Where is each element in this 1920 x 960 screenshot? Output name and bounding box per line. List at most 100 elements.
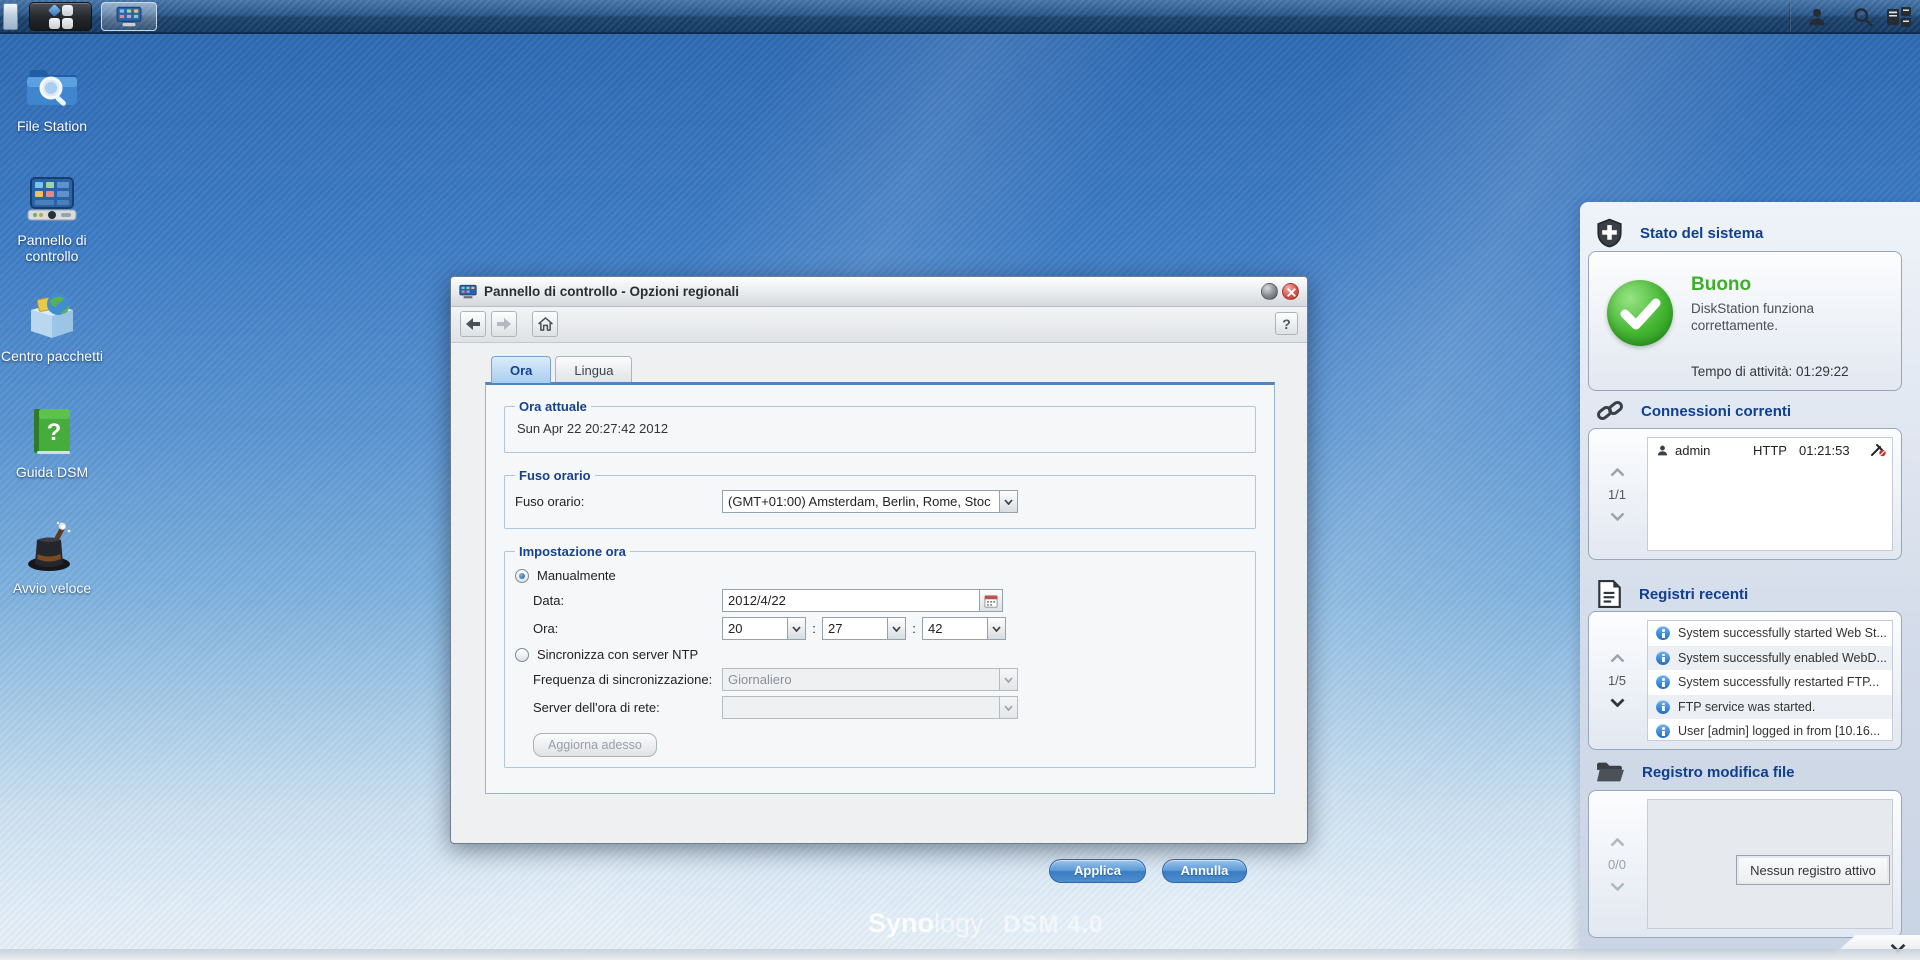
brand-version: DSM 4.0	[1003, 911, 1103, 938]
cancel-button[interactable]: Annulla	[1162, 859, 1247, 883]
hour-select[interactable]: 20	[722, 617, 806, 640]
ntp-server-select[interactable]	[722, 696, 1018, 719]
desktop-icon-file-station[interactable]: File Station	[0, 58, 104, 134]
desktop-icon-package-center[interactable]: Centro pacchetti	[0, 288, 104, 364]
user-icon	[1806, 6, 1828, 28]
timezone-group: Fuso orario Fuso orario: (GMT+01:00) Ams…	[504, 468, 1256, 529]
apply-button[interactable]: Applica	[1049, 859, 1146, 883]
date-label: Data:	[533, 593, 722, 608]
file-change-log-header: Registro modifica file	[1596, 760, 1795, 784]
calendar-icon	[984, 594, 998, 608]
manual-radio[interactable]	[515, 569, 529, 583]
recent-logs-header: Registri recenti	[1596, 580, 1748, 608]
update-now-button[interactable]: Aggiorna adesso	[533, 733, 657, 757]
logs-pager: 1/5	[1589, 612, 1645, 749]
search-button[interactable]	[1846, 5, 1880, 29]
desktop-icon-label: Centro pacchetti	[0, 348, 104, 364]
logs-page-indicator: 1/5	[1608, 673, 1626, 688]
hour-select-arrow[interactable]	[787, 618, 805, 639]
ntp-server-label: Server dell'ora di rete:	[533, 700, 722, 715]
sync-frequency-select[interactable]: Giornaliero	[722, 668, 1018, 691]
forward-button[interactable]	[491, 311, 517, 337]
log-text: User [admin] logged in from [10.16...	[1678, 724, 1880, 738]
window-titlebar[interactable]: Pannello di controllo - Opzioni regional…	[451, 277, 1307, 307]
control-panel-icon	[25, 172, 79, 226]
ntp-server-select-arrow[interactable]	[999, 697, 1017, 718]
minute-select-arrow[interactable]	[887, 618, 905, 639]
dsm-branding: Synology DSM 4.0	[868, 908, 1103, 939]
hour-value: 20	[723, 618, 787, 639]
minute-value: 27	[823, 618, 887, 639]
date-input[interactable]	[722, 589, 980, 612]
status-value: Buono	[1691, 274, 1751, 296]
control-panel-window: Pannello di controllo - Opzioni regional…	[450, 276, 1308, 844]
user-icon	[1656, 444, 1669, 457]
time-label: Ora:	[533, 621, 722, 636]
connection-protocol: HTTP	[1753, 443, 1799, 458]
log-entry[interactable]: System successfully started Web St...	[1648, 621, 1892, 646]
second-select-arrow[interactable]	[987, 618, 1005, 639]
tab-ora[interactable]: Ora	[491, 356, 551, 383]
current-time-value: Sun Apr 22 20:27:42 2012	[515, 416, 1245, 442]
widget-panel: Stato del sistema Buono DiskStation funz…	[1580, 202, 1920, 960]
connections-page-indicator: 1/1	[1608, 487, 1626, 502]
info-icon	[1656, 724, 1670, 738]
home-button[interactable]	[532, 311, 558, 337]
time-separator: :	[906, 621, 922, 636]
second-select[interactable]: 42	[922, 617, 1006, 640]
close-window-button[interactable]	[1282, 283, 1299, 300]
date-picker-button[interactable]	[980, 589, 1003, 612]
log-entry[interactable]: System successfully enabled WebD...	[1648, 646, 1892, 671]
desktop-icon-label: Pannello di controllo	[0, 232, 104, 264]
timezone-label: Fuso orario:	[515, 494, 722, 509]
taskbar-item-control-panel[interactable]	[101, 2, 157, 31]
back-button[interactable]	[460, 311, 486, 337]
tray-separator	[1789, 2, 1791, 32]
tab-lingua[interactable]: Lingua	[555, 356, 632, 383]
user-menu-button[interactable]	[1800, 5, 1834, 29]
page-down-icon[interactable]	[1610, 698, 1625, 707]
show-desktop-button[interactable]	[3, 3, 18, 30]
page-up-icon[interactable]	[1610, 838, 1625, 847]
disconnect-icon[interactable]	[1870, 443, 1886, 460]
connections-pager: 1/1	[1589, 429, 1645, 559]
file-station-icon	[25, 58, 79, 112]
log-entry[interactable]: User [admin] logged in from [10.16...	[1648, 719, 1892, 744]
close-icon	[1287, 288, 1296, 297]
timezone-select-arrow[interactable]	[999, 491, 1017, 512]
connection-row[interactable]: admin HTTP 01:21:53	[1648, 438, 1892, 463]
status-description: DiskStation funziona correttamente.	[1691, 300, 1871, 334]
no-active-log-message: Nessun registro attivo	[1736, 855, 1890, 885]
connections-header: Connessioni correnti	[1596, 397, 1791, 425]
log-entry[interactable]: FTP service was started.	[1648, 695, 1892, 720]
info-icon	[1656, 651, 1670, 665]
system-status-box: Buono DiskStation funziona correttamente…	[1588, 251, 1902, 391]
time-setting-legend: Impostazione ora	[515, 544, 630, 559]
info-icon	[1656, 700, 1670, 714]
page-up-icon[interactable]	[1610, 654, 1625, 663]
desktop-icon-dsm-help[interactable]: ? Guida DSM	[0, 404, 104, 480]
minute-select[interactable]: 27	[822, 617, 906, 640]
desktop-icon-control-panel[interactable]: Pannello di controllo	[0, 172, 104, 264]
package-center-icon	[25, 288, 79, 342]
page-up-icon[interactable]	[1610, 468, 1625, 477]
system-status-header: Stato del sistema	[1596, 218, 1763, 248]
control-panel-mini-icon	[116, 6, 142, 28]
help-button[interactable]: ?	[1275, 312, 1298, 335]
log-entry[interactable]: System successfully restarted FTP...	[1648, 670, 1892, 695]
page-down-icon[interactable]	[1610, 882, 1625, 891]
desktop-icon-quick-start[interactable]: Avvio veloce	[0, 520, 104, 596]
connection-time: 01:21:53	[1799, 443, 1850, 458]
widgets-toggle-button[interactable]	[1882, 5, 1916, 29]
page-down-icon[interactable]	[1610, 512, 1625, 521]
recent-logs-box: 1/5 System successfully started Web St..…	[1588, 611, 1902, 750]
home-icon	[538, 317, 553, 331]
svg-text:?: ?	[47, 419, 62, 446]
ntp-radio[interactable]	[515, 648, 529, 662]
sync-frequency-select-arrow[interactable]	[999, 669, 1017, 690]
main-menu-button[interactable]	[29, 2, 92, 31]
file-log-page-indicator: 0/0	[1608, 857, 1626, 872]
pin-window-button[interactable]	[1261, 283, 1278, 300]
timezone-select[interactable]: (GMT+01:00) Amsterdam, Berlin, Rome, Sto…	[722, 490, 1018, 513]
forward-icon	[497, 318, 511, 330]
